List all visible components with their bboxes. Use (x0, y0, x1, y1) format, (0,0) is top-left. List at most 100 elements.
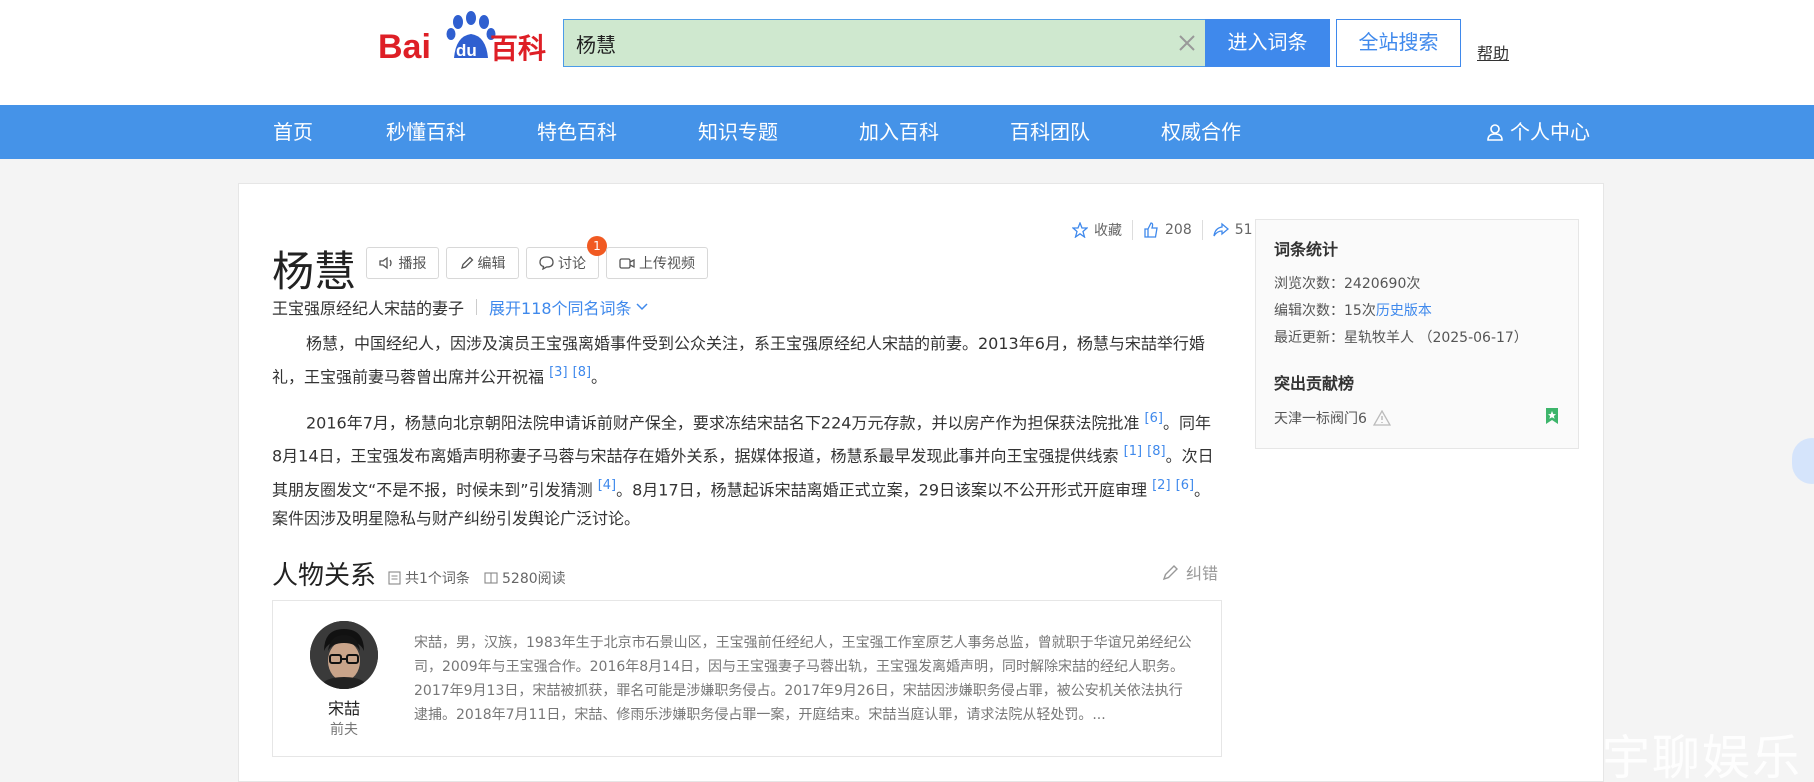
nav-item-join[interactable]: 加入百科 (859, 105, 939, 159)
enter-entry-button[interactable]: 进入词条 (1205, 19, 1330, 67)
ref-link[interactable]: [4] (598, 478, 616, 493)
chevron-down-icon (636, 303, 648, 311)
view-count-label: 浏览次数： (1274, 276, 1344, 292)
broadcast-label: 播报 (398, 256, 427, 272)
view-count: 浏览次数：2420690次 (1274, 273, 1420, 293)
view-count-value: 2420690次 (1344, 276, 1421, 292)
ref-link[interactable]: [6] (1176, 478, 1194, 493)
upload-video-button[interactable]: 上传视频 (606, 247, 708, 279)
entry-stats-panel: 词条统计 浏览次数：2420690次 编辑次数：15次历史版本 最近更新：星轨牧… (1255, 219, 1579, 449)
last-updated-label: 最近更新： (1274, 330, 1344, 346)
user-icon (1487, 124, 1503, 141)
baidu-baike-logo[interactable]: Bai du 百科 (376, 8, 550, 68)
thumbs-up-icon (1144, 222, 1158, 238)
star-icon (1072, 222, 1088, 238)
summary-paragraph: 杨慧，中国经纪人，因涉及演员王宝强离婚事件受到公众关注，系王宝强原经纪人宋喆的前… (272, 329, 1220, 391)
detail-paragraph: 2016年7月，杨慧向北京朝阳法院申请诉前财产保全，要求冻结宋喆名下224万元存… (272, 404, 1220, 533)
share-button[interactable]: 51 (1203, 222, 1263, 238)
correction-button[interactable]: 纠错 (1162, 560, 1218, 584)
person-name[interactable]: 宋喆 (310, 695, 378, 719)
para-text: 2016年7月，杨慧向北京朝阳法院申请诉前财产保全，要求冻结宋喆名下224万元存… (306, 413, 1140, 433)
history-link[interactable]: 历史版本 (1376, 303, 1432, 319)
last-updated-value: 星轨牧羊人 （2025-06-17） (1344, 330, 1528, 346)
user-center-link[interactable]: 个人中心 (1486, 105, 1590, 159)
svg-text:百科: 百科 (490, 32, 546, 65)
contributor-item[interactable]: 天津一标阀门6 (1274, 408, 1391, 428)
favorite-label: 收藏 (1094, 223, 1122, 239)
document-icon (388, 571, 401, 585)
divider (476, 299, 478, 315)
ref-link[interactable]: [8] (1147, 444, 1165, 459)
speaker-icon (378, 256, 392, 270)
ref-link[interactable]: [8] (573, 365, 591, 380)
discuss-count-badge: 1 (587, 236, 607, 256)
close-icon[interactable] (1175, 31, 1199, 55)
contributor-name: 天津一标阀门6 (1274, 411, 1367, 427)
share-icon (1213, 222, 1229, 237)
nav-item-home[interactable]: 首页 (273, 105, 313, 159)
para-text: 杨慧，中国经纪人，因涉及演员王宝强离婚事件受到公众关注，系王宝强原经纪人宋喆的前… (272, 334, 1205, 387)
edit-label: 编辑 (477, 256, 506, 272)
upload-video-label: 上传视频 (639, 256, 695, 272)
same-name-label: 展开118个同名词条 (489, 299, 632, 318)
entry-subtitle: 王宝强原经纪人宋喆的妻子 (272, 299, 465, 318)
ref-link[interactable]: [3] (549, 365, 567, 380)
edit-count-value: 15次 (1344, 303, 1376, 319)
para-text: 。8月17日，杨慧起诉宋喆离婚正式立案，29日该案以不公开形式开庭审理 (616, 479, 1148, 499)
relation-card[interactable]: 宋喆 前夫 宋喆，男，汉族，1983年生于北京市石景山区，王宝强前任经纪人，王宝… (272, 600, 1222, 757)
nav-item-topics[interactable]: 知识专题 (698, 105, 778, 159)
same-name-entries-link[interactable]: 展开118个同名词条 (489, 295, 648, 319)
correction-label: 纠错 (1186, 564, 1219, 583)
avatar[interactable] (310, 621, 378, 689)
chat-bubble-icon (539, 256, 554, 270)
person-photo (310, 621, 378, 689)
relations-reads: 5280阅读 (484, 568, 566, 588)
stats-title: 词条统计 (1274, 240, 1339, 259)
watermark-text: 宇聊娱乐 (1602, 730, 1803, 782)
entry-title: 杨慧 (272, 247, 357, 296)
ref-link[interactable]: [1] (1124, 444, 1142, 459)
last-updated: 最近更新：星轨牧羊人 （2025-06-17） (1274, 327, 1528, 347)
person-description: 宋喆，男，汉族，1983年生于北京市石景山区，王宝强前任经纪人，王宝强工作室原艺… (414, 635, 1192, 723)
nav-item-team[interactable]: 百科团队 (1010, 105, 1090, 159)
svg-text:du: du (456, 41, 477, 60)
nav-item-cooperation[interactable]: 权威合作 (1161, 105, 1241, 159)
top-bar: Bai du 百科 进入词条 全站搜索 帮助 (0, 0, 1814, 105)
share-count: 51 (1234, 222, 1253, 238)
svg-text:Bai: Bai (378, 28, 431, 66)
relations-reads-label: 5280阅读 (502, 571, 566, 587)
pencil-icon (460, 256, 473, 269)
search-input[interactable] (576, 29, 1156, 57)
person-role: 前夫 (330, 722, 358, 738)
edit-button[interactable]: 编辑 (446, 247, 519, 279)
bookmark-icon (1546, 408, 1558, 424)
nav-item-featured[interactable]: 特色百科 (537, 105, 617, 159)
relations-count: 共1个词条 (388, 568, 470, 588)
edit-count: 编辑次数：15次历史版本 (1274, 300, 1432, 320)
help-link[interactable]: 帮助 (1477, 40, 1509, 64)
like-button[interactable]: 208 (1133, 222, 1202, 238)
entry-subtitle-row: 王宝强原经纪人宋喆的妻子 展开118个同名词条 (272, 295, 648, 319)
broadcast-button[interactable]: 播报 (366, 247, 439, 279)
favorite-button[interactable]: 收藏 (1062, 220, 1132, 240)
edit-count-label: 编辑次数： (1274, 303, 1344, 319)
book-icon (484, 572, 498, 584)
main-nav: 首页 秒懂百科 特色百科 知识专题 加入百科 百科团队 权威合作 个人中心 (0, 105, 1814, 159)
relations-title: 人物关系 (272, 561, 377, 591)
floating-side-button[interactable] (1792, 438, 1814, 484)
para-text: 。 (591, 367, 608, 387)
nav-item-miaodong[interactable]: 秒懂百科 (386, 105, 466, 159)
entry-actions: 收藏 208 51 (1062, 218, 1263, 242)
like-count: 208 (1165, 222, 1192, 238)
video-icon (619, 257, 635, 269)
relations-count-label: 共1个词条 (405, 571, 470, 587)
site-search-button[interactable]: 全站搜索 (1336, 19, 1461, 67)
contributors-title: 突出贡献榜 (1274, 374, 1355, 393)
ref-link[interactable]: [2] (1152, 478, 1170, 493)
ref-link[interactable]: [6] (1145, 411, 1163, 426)
user-center-label: 个人中心 (1510, 120, 1590, 144)
discuss-label: 讨论 (558, 256, 586, 272)
warning-icon (1372, 410, 1391, 426)
search-box (563, 19, 1207, 67)
pencil-icon (1162, 565, 1178, 581)
